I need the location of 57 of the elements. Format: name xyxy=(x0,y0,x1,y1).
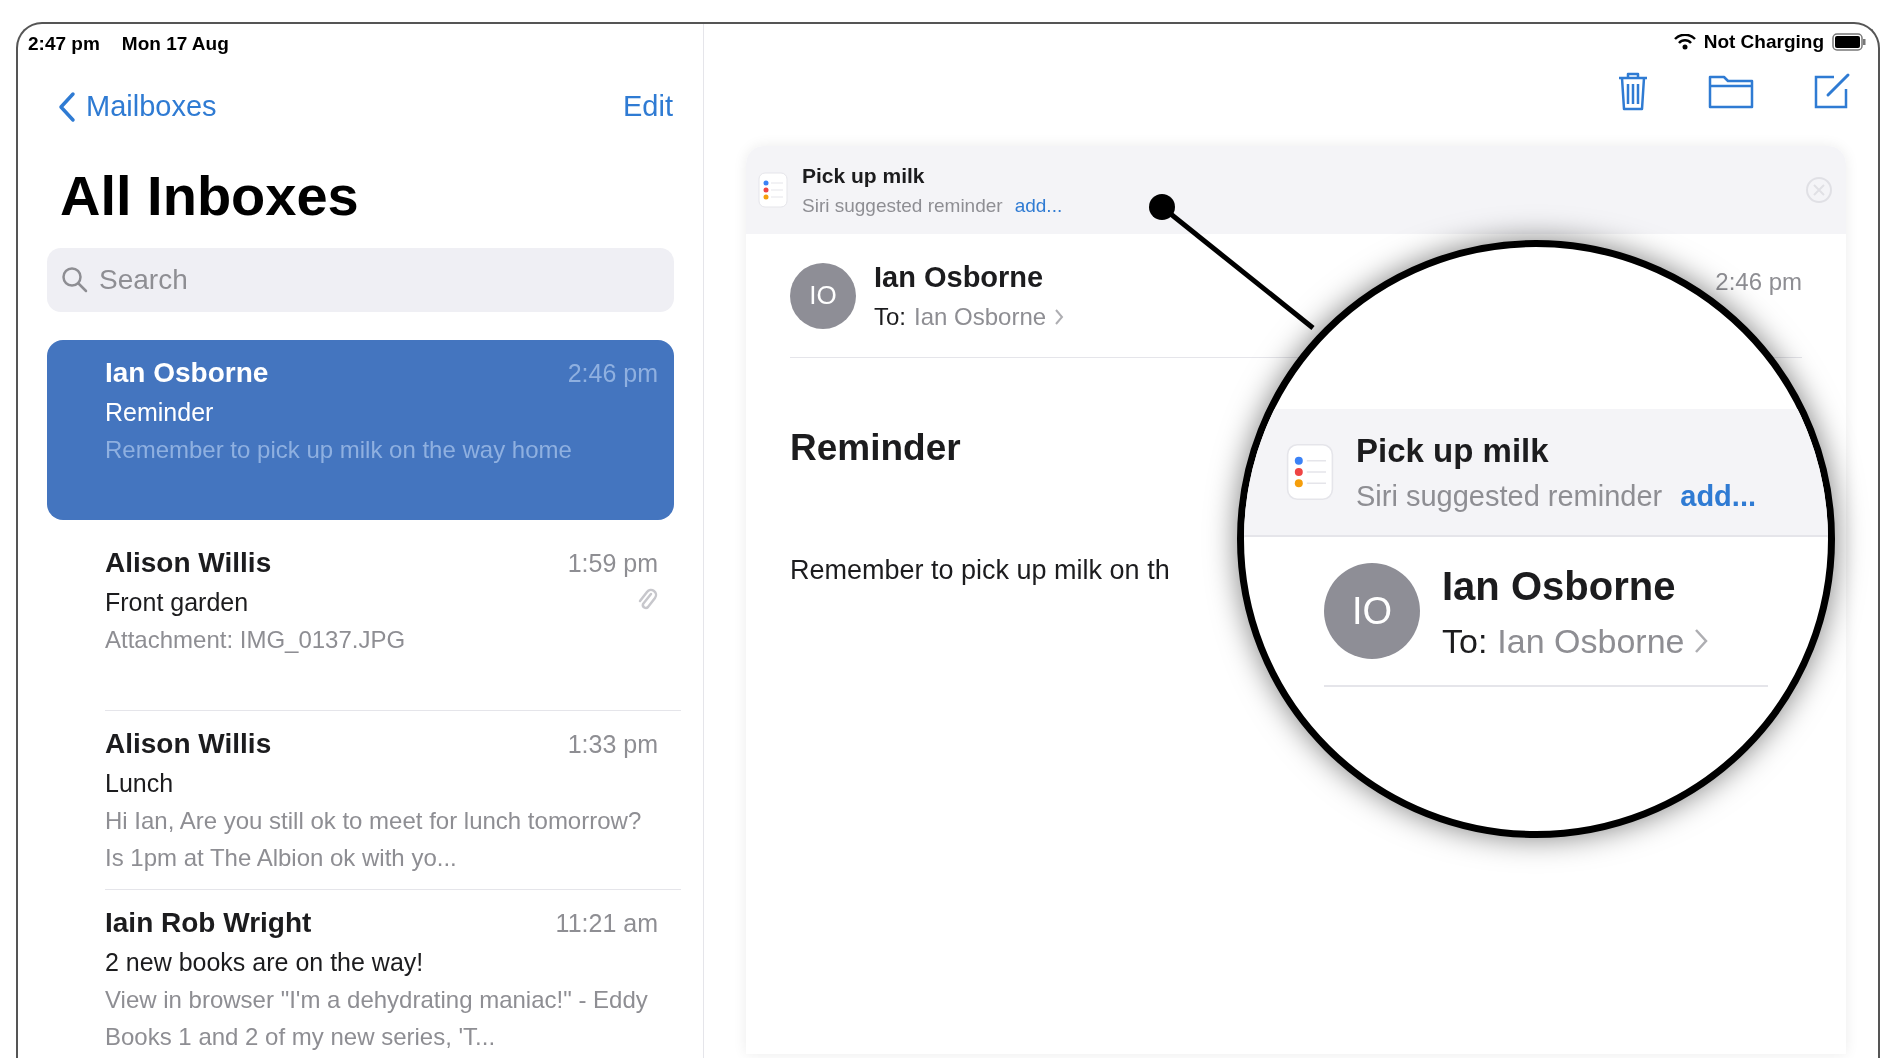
suggestion-title: Pick up milk xyxy=(1356,430,1550,471)
message-subject: Reminder xyxy=(790,427,961,468)
add-link[interactable]: add... xyxy=(1014,191,1063,220)
folder-icon xyxy=(1708,73,1754,109)
sender-name: Iain Rob Wright xyxy=(105,906,312,940)
wifi-icon xyxy=(1673,34,1696,50)
trash-button[interactable] xyxy=(1616,70,1650,112)
chevron-icon xyxy=(1694,628,1709,654)
reminders-app-icon xyxy=(1286,443,1334,501)
suggestion-subtitle: Siri suggested reminder xyxy=(802,193,1003,218)
message-subject: Front garden xyxy=(105,587,249,618)
battery-icon xyxy=(1832,33,1866,51)
add-link[interactable]: add... xyxy=(1680,475,1756,519)
message-time: 2:46 pm xyxy=(1715,267,1802,297)
folder-button[interactable] xyxy=(1708,73,1754,109)
back-button[interactable]: Mailboxes xyxy=(58,85,217,129)
sender-name: Ian Osborne xyxy=(1442,562,1677,610)
sender-name: Ian Osborne xyxy=(874,259,1045,295)
to-label: To: xyxy=(1442,620,1488,662)
message-preview: Attachment: IMG_0137.JPG xyxy=(105,625,407,655)
to-label: To: xyxy=(874,302,906,333)
chevron-icon xyxy=(1054,308,1065,327)
recipient[interactable]: Ian Osborne xyxy=(1497,615,1685,667)
message-preview: Hi Ian, Are you still ok to meet for lunch tomorrow? Is 1pm at The Albion ok with yo... xyxy=(105,806,643,873)
suggestion-subtitle: Siri suggested reminder xyxy=(1356,479,1663,514)
message-subject: Reminder xyxy=(105,397,214,428)
avatar: IO xyxy=(1324,563,1420,659)
message-body: Remember to pick up milk on th xyxy=(790,554,1170,585)
avatar: IO xyxy=(790,262,856,329)
message-time: 1:59 pm xyxy=(567,548,658,579)
reminders-app-icon xyxy=(758,172,788,208)
message-row[interactable]: Alison Willis 1:59 pm Front garden Attachment: IMG_0137.JPG xyxy=(47,530,674,710)
suggestion-title: Pick up milk xyxy=(802,163,926,189)
trash-icon xyxy=(1616,70,1650,112)
sender-name: Alison Willis xyxy=(105,546,272,580)
message-row[interactable]: Iain Rob Wright 11:21 am 2 new books are on the way! View in browser "I'm a dehydrating maniac!" - Eddy Books 1 and 2 of my new series, 'T... xyxy=(47,890,674,1058)
recipient[interactable]: Ian Osborne xyxy=(914,299,1047,336)
message-subject: Lunch xyxy=(105,768,174,799)
battery-status: Not Charging xyxy=(1703,29,1824,54)
message-subject: 2 new books are on the way! xyxy=(105,947,424,978)
selected-message-row[interactable]: Ian Osborne 2:46 pm Reminder Remember to pick up milk on the way home xyxy=(47,340,674,520)
search-field[interactable]: Search xyxy=(47,248,674,312)
edit-button[interactable]: Edit xyxy=(623,85,673,129)
message-time: 2:46 pm xyxy=(567,358,658,389)
status-time: 2:47 pm xyxy=(28,32,100,56)
back-chevron-icon xyxy=(58,91,76,123)
sender-name: Alison Willis xyxy=(105,727,272,761)
sender-name: Ian Osborne xyxy=(105,356,269,390)
compose-icon xyxy=(1812,71,1852,111)
message-time: 11:21 am xyxy=(555,908,658,939)
message-preview: Remember to pick up milk on the way home xyxy=(105,435,573,465)
message-preview: View in browser "I'm a dehydrating maniac!" - Eddy Books 1 and 2 of my new series, 'T... xyxy=(105,985,649,1052)
message-row[interactable]: Alison Willis 1:33 pm Lunch Hi Ian, Are you still ok to meet for lunch tomorrow? Is 1pm at The Albion ok with yo... xyxy=(47,711,674,889)
status-date: Mon 17 Aug xyxy=(121,32,229,56)
compose-button[interactable] xyxy=(1812,71,1852,111)
message-time: 1:33 pm xyxy=(567,729,658,760)
page-title: All Inboxes xyxy=(60,163,359,229)
